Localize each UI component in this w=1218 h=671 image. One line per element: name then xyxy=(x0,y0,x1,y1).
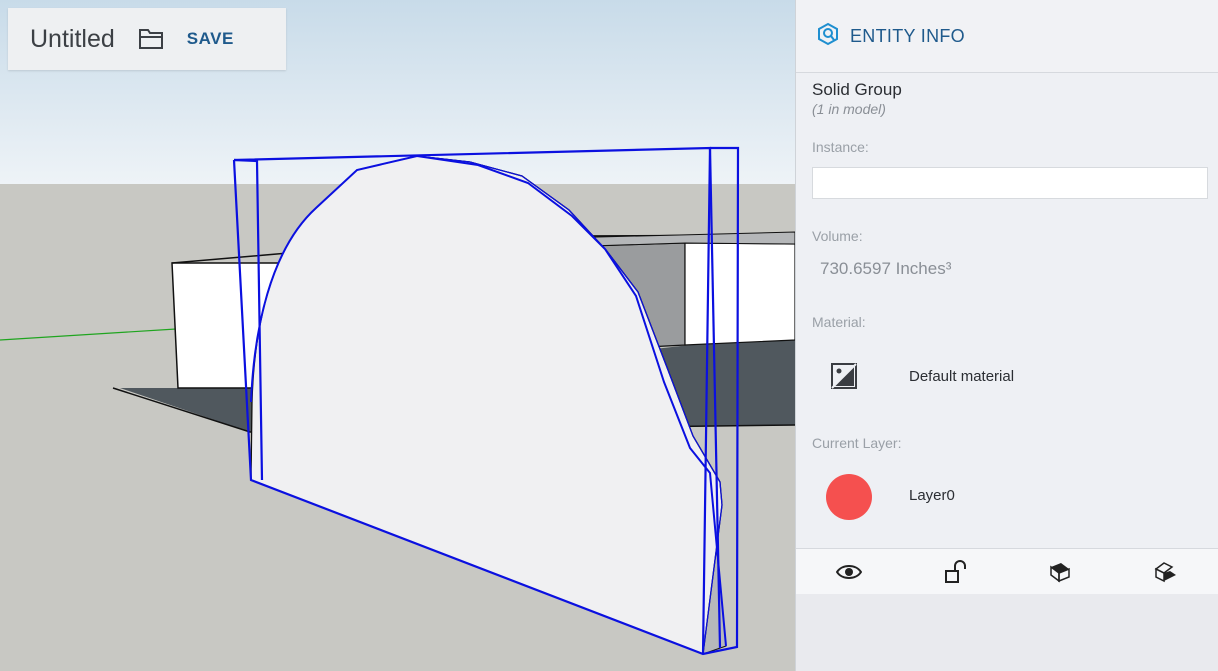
panel-header: ENTITY INFO xyxy=(796,0,1218,73)
document-title[interactable]: Untitled xyxy=(30,25,115,54)
receive-shadows-icon[interactable] xyxy=(1146,552,1186,592)
material-name[interactable]: Default material xyxy=(909,368,1014,385)
unlock-icon[interactable] xyxy=(935,552,975,592)
layer-color-swatch[interactable] xyxy=(826,474,872,520)
file-toolbar: Untitled SAVE xyxy=(8,8,286,70)
panel-title: ENTITY INFO xyxy=(850,25,965,46)
instance-label: Instance: xyxy=(812,139,869,155)
entity-toggles-toolbar xyxy=(796,548,1218,594)
entity-info-icon xyxy=(816,22,840,51)
panel-footer xyxy=(796,594,1218,671)
volume-value: 730.6597 Inches³ xyxy=(820,259,952,278)
folder-open-icon[interactable] xyxy=(137,24,167,54)
scene-canvas[interactable] xyxy=(0,0,795,671)
layer-label: Current Layer: xyxy=(812,435,902,451)
instance-name-input[interactable] xyxy=(812,167,1208,199)
visibility-eye-icon[interactable] xyxy=(829,552,869,592)
cast-shadows-icon[interactable] xyxy=(1040,552,1080,592)
material-label: Material: xyxy=(812,314,866,330)
box-right-face xyxy=(684,242,795,346)
no-material-icon[interactable] xyxy=(830,362,858,390)
entity-type: Solid Group xyxy=(812,80,902,99)
save-button[interactable]: SAVE xyxy=(187,29,234,49)
model-viewport[interactable]: Untitled SAVE xyxy=(0,0,795,671)
layer-name[interactable]: Layer0 xyxy=(909,487,955,504)
volume-label: Volume: xyxy=(812,228,863,244)
entity-count: (1 in model) xyxy=(812,101,886,117)
entity-info-panel: ENTITY INFO Solid Group (1 in model) Ins… xyxy=(795,0,1218,671)
